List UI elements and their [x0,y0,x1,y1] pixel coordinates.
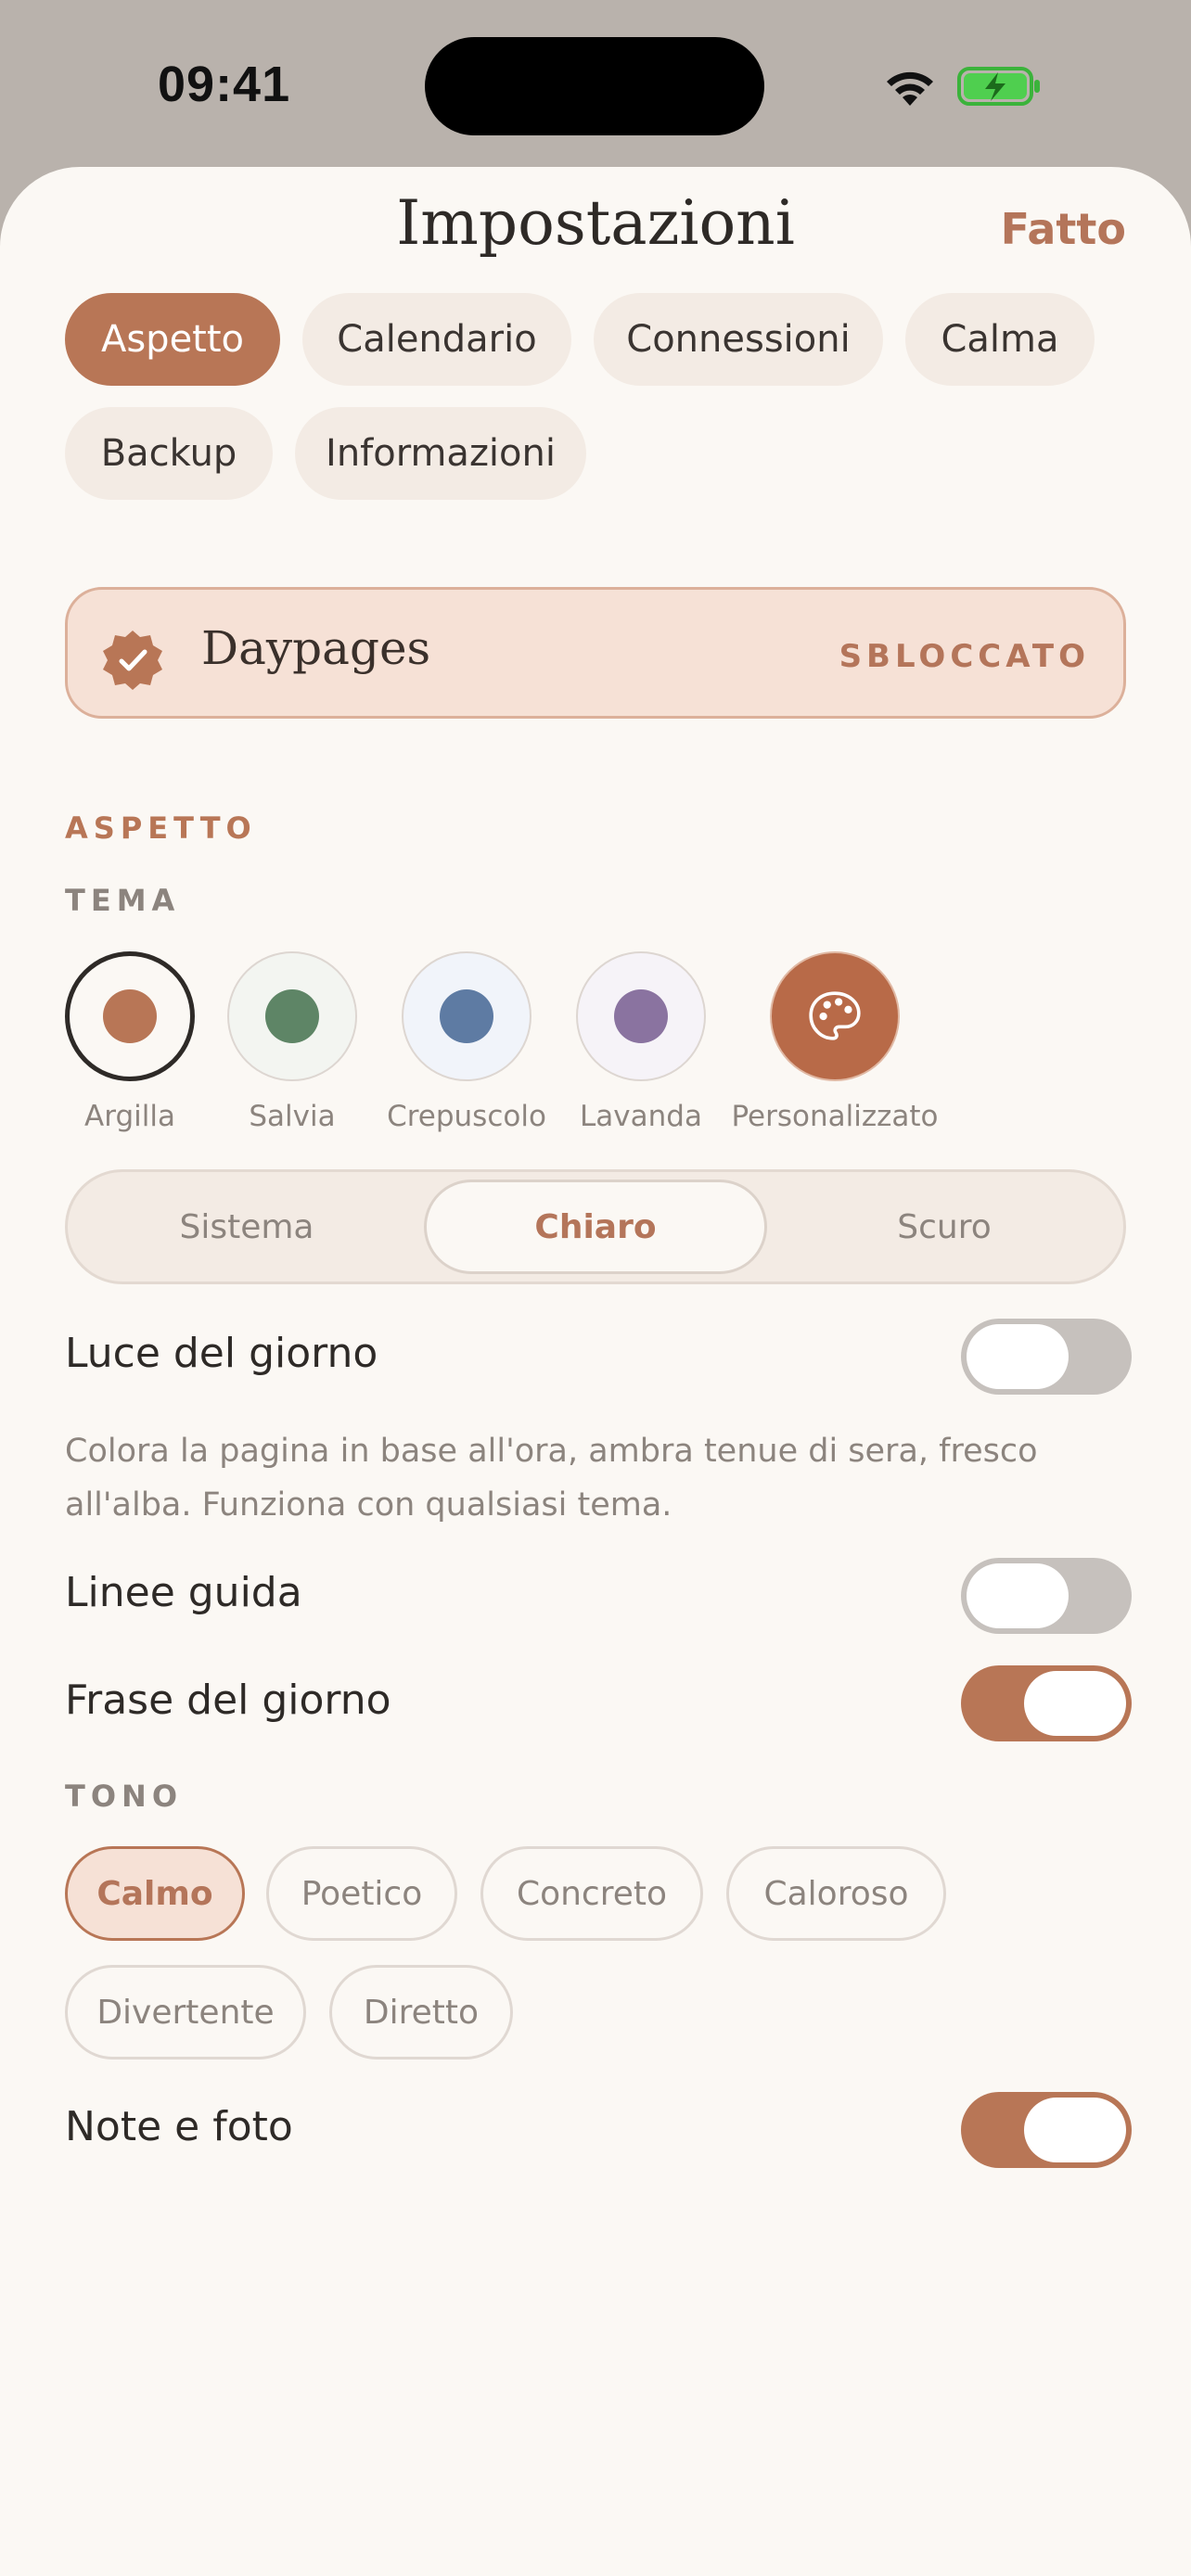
theme-label-custom: Personalizzato [731,1100,939,1133]
tone-chip-diretto[interactable]: Diretto [329,1965,513,2060]
theme-swatch-argilla[interactable] [65,951,195,1081]
mode-option-dark[interactable]: Scuro [773,1180,1116,1274]
palette-icon [809,991,861,1040]
theme-label: TEMA [65,883,181,918]
daylight-toggle[interactable] [961,1319,1132,1395]
daylight-label: Luce del giorno [65,1330,378,1377]
verified-badge-icon [103,631,162,690]
swatch-dot [440,989,493,1043]
unlock-banner: Daypages SBLOCCATO [65,587,1126,719]
theme-swatch-crepuscolo[interactable] [402,951,531,1081]
battery-charging-icon [957,67,1040,106]
tone-chip-divertente[interactable]: Divertente [65,1965,306,2060]
guidelines-toggle[interactable] [961,1558,1132,1634]
app-name: Daypages [201,621,431,675]
swatch-dot [265,989,319,1043]
swatch-dot [103,989,157,1043]
mode-option-system[interactable]: Sistema [75,1180,418,1274]
theme-swatch-salvia[interactable] [227,951,357,1081]
toggle-knob [967,1324,1069,1389]
tab-backup[interactable]: Backup [65,407,273,500]
toggle-knob [967,1563,1069,1628]
toggle-knob [1024,1671,1126,1736]
tab-calma[interactable]: Calma [905,293,1095,386]
tab-informazioni[interactable]: Informazioni [295,407,586,500]
quote-toggle[interactable] [961,1665,1132,1741]
quote-label: Frase del giorno [65,1677,391,1724]
section-appearance-label: ASPETTO [65,810,257,846]
appearance-mode-control: Sistema Chiaro Scuro [65,1169,1126,1284]
tone-chip-calmo[interactable]: Calmo [65,1846,245,1941]
tone-chip-poetico[interactable]: Poetico [266,1846,457,1941]
toggle-knob [1024,2098,1126,2162]
tab-aspetto[interactable]: Aspetto [65,293,280,386]
tone-chip-concreto[interactable]: Concreto [480,1846,703,1941]
tone-label: TONO [65,1779,184,1814]
dynamic-island [425,37,764,135]
swatch-dot [614,989,668,1043]
wifi-icon [887,71,933,106]
status-time: 09:41 [158,57,291,112]
tab-connessioni[interactable]: Connessioni [594,293,883,386]
daylight-description: Colora la pagina in base all'ora, ambra … [65,1433,1038,1524]
guidelines-label: Linee guida [65,1569,302,1616]
mode-option-light[interactable]: Chiaro [424,1180,767,1274]
done-button[interactable]: Fatto [1001,204,1126,254]
theme-swatch-lavanda[interactable] [576,951,706,1081]
notes-label: Note e foto [65,2103,293,2150]
unlock-status: SBLOCCATO [839,638,1090,675]
notes-toggle[interactable] [961,2092,1132,2168]
theme-swatch-custom[interactable] [770,951,900,1081]
tone-chip-caloroso[interactable]: Caloroso [726,1846,946,1941]
status-bar: 09:41 [0,0,1191,167]
tab-calendario[interactable]: Calendario [302,293,571,386]
